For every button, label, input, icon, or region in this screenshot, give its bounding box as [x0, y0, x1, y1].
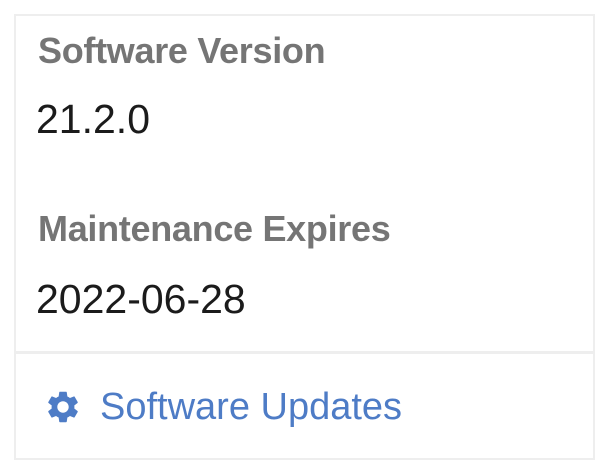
gear-icon — [44, 388, 82, 426]
software-info-section: Software Version 21.2.0 Maintenance Expi… — [16, 16, 593, 354]
software-updates-label[interactable]: Software Updates — [100, 386, 402, 429]
maintenance-expires-label: Maintenance Expires — [38, 208, 391, 249]
software-version-value: 21.2.0 — [36, 96, 150, 142]
software-version-label: Software Version — [38, 30, 326, 71]
software-updates-link[interactable]: Software Updates — [16, 354, 593, 460]
software-info-card: Software Version 21.2.0 Maintenance Expi… — [14, 14, 595, 460]
maintenance-expires-value: 2022-06-28 — [36, 276, 246, 322]
